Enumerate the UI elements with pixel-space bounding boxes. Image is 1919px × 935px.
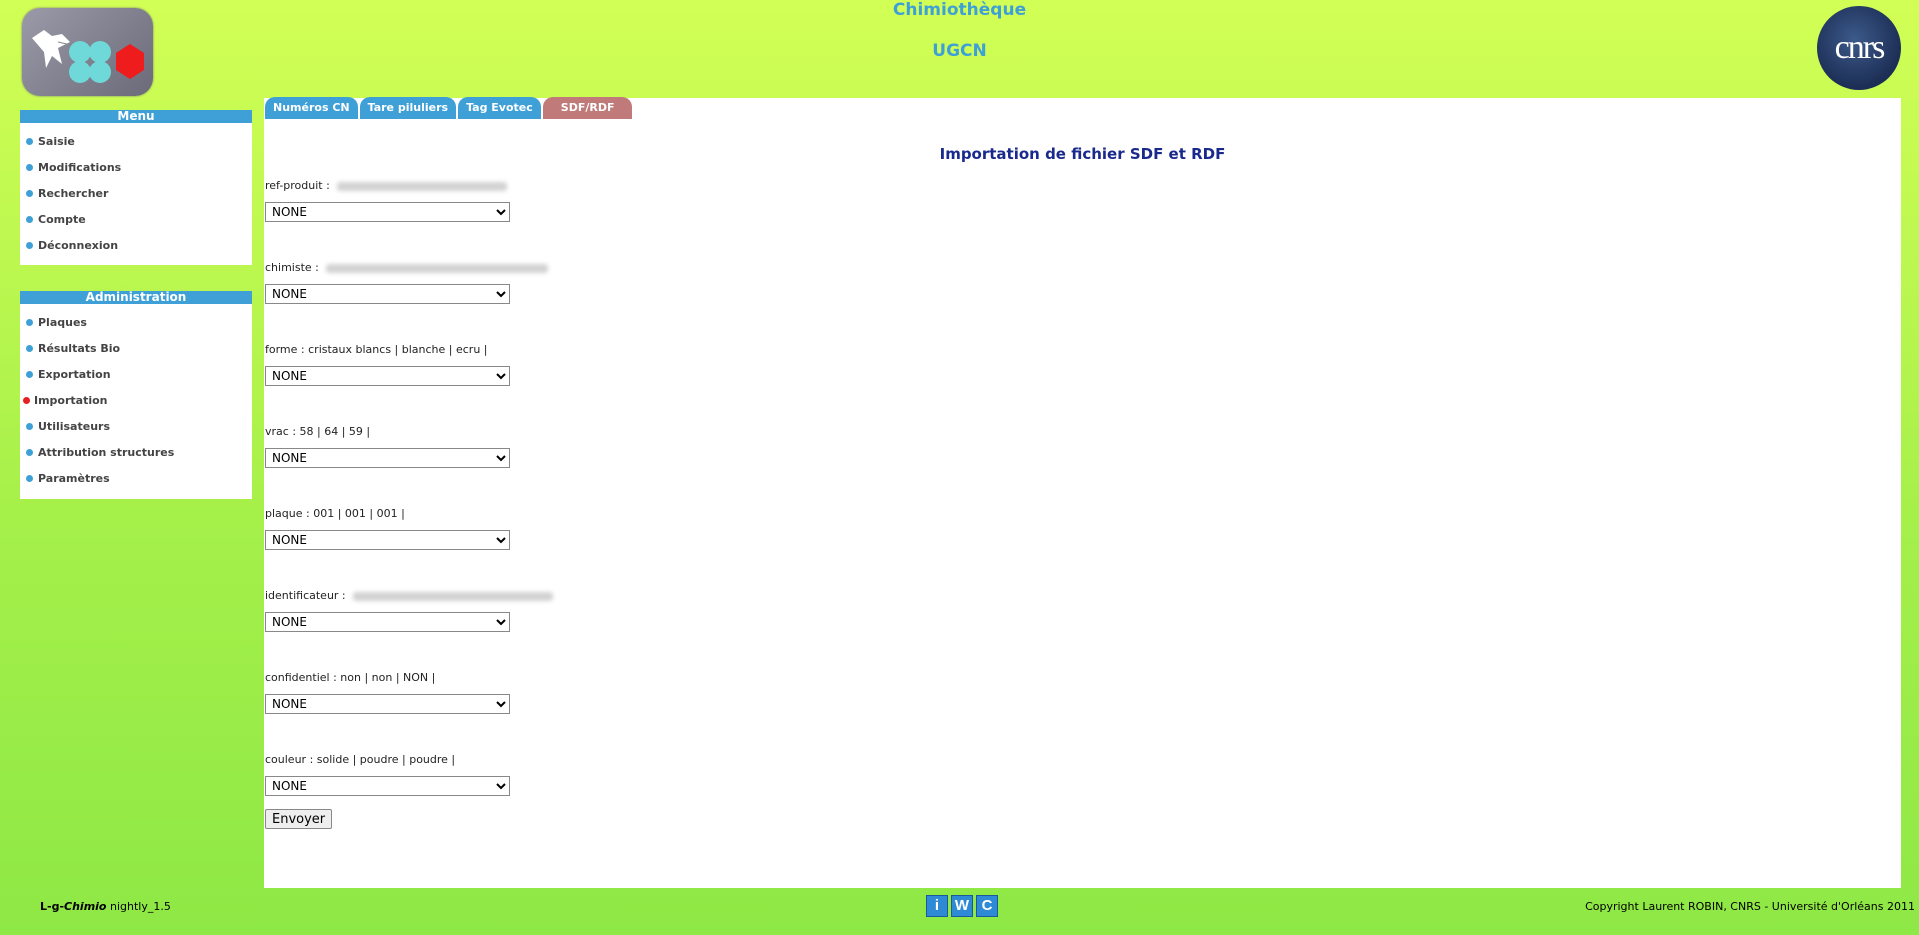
plaque-select[interactable]: NONE	[265, 530, 510, 550]
footer-icons: i W C	[926, 895, 998, 917]
form-title: Importation de fichier SDF et RDF	[939, 145, 1226, 163]
admin-item-plaques[interactable]: Plaques	[20, 310, 252, 336]
field-label-text: couleur :	[265, 753, 314, 766]
field-values: solide | poudre | poudre |	[316, 753, 456, 766]
admin-item-label: Importation	[34, 394, 108, 407]
bullet-icon	[26, 216, 33, 223]
field-label-text: plaque :	[265, 507, 310, 520]
field-label-text: forme :	[265, 343, 305, 356]
menu-item-label: Déconnexion	[38, 239, 119, 252]
tab-sdf-rdf[interactable]: SDF/RDF	[542, 97, 633, 119]
bullet-icon	[26, 319, 33, 326]
bullet-icon	[26, 242, 33, 249]
admin-item-importation[interactable]: Importation	[20, 388, 252, 414]
menu-title: Menu	[20, 110, 252, 123]
admin-item-label: Résultats Bio	[38, 342, 121, 355]
cnrs-logo[interactable]: cnrs	[1817, 6, 1901, 90]
bullet-icon	[26, 345, 33, 352]
bullet-icon	[26, 449, 33, 456]
field-values: non | non | NON |	[340, 671, 436, 684]
field-values: 001 | 001 | 001 |	[313, 507, 405, 520]
app-title: Chimiothèque	[892, 0, 1027, 20]
redacted-values	[353, 591, 554, 601]
bullet-icon	[26, 371, 33, 378]
lgchimio-logo-icon	[32, 30, 144, 83]
admin-item-utilisateurs[interactable]: Utilisateurs	[20, 414, 252, 440]
menu-item-compte[interactable]: Compte	[20, 207, 252, 233]
bullet-icon	[26, 164, 33, 171]
redacted-values	[337, 181, 508, 191]
field-label-confidentiel: confidentiel : non | non | NON |	[265, 671, 435, 684]
footer-app-italic: Chimio	[64, 900, 107, 913]
menu-item-label: Modifications	[38, 161, 122, 174]
cnrs-logo-text: cnrs	[1834, 29, 1886, 66]
active-bullet-icon	[23, 397, 30, 404]
iwc-w-icon[interactable]: W	[951, 895, 973, 917]
tab-numeros-cn[interactable]: Numéros CN	[265, 97, 358, 119]
field-label-text: identificateur :	[265, 589, 346, 602]
envoyer-button[interactable]: Envoyer	[265, 809, 333, 829]
identificateur-select[interactable]: NONE	[265, 612, 510, 632]
admin-item-label: Exportation	[38, 368, 111, 381]
bullet-icon	[26, 138, 33, 145]
field-label-text: vrac :	[265, 425, 297, 438]
footer-app-prefix: L-g-	[40, 900, 65, 913]
vrac-select[interactable]: NONE	[265, 448, 510, 468]
admin-panel: Administration Plaques Résultats Bio Exp…	[20, 291, 252, 499]
redacted-values	[326, 263, 549, 273]
iwc-c-icon[interactable]: C	[976, 895, 998, 917]
iwc-i-icon[interactable]: i	[926, 895, 948, 917]
tab-tag-evotec[interactable]: Tag Evotec	[458, 97, 541, 119]
bullet-icon	[26, 423, 33, 430]
field-label-couleur: couleur : solide | poudre | poudre |	[265, 753, 455, 766]
tab-bar: Numéros CN Tare piluliers Tag Evotec SDF…	[265, 97, 633, 119]
field-label-forme: forme : cristaux blancs | blanche | ecru…	[265, 343, 488, 356]
couleur-select[interactable]: NONE	[265, 776, 510, 796]
admin-item-parametres[interactable]: Paramètres	[20, 466, 252, 492]
menu-item-deconnexion[interactable]: Déconnexion	[20, 233, 252, 259]
chimiste-select[interactable]: NONE	[265, 284, 510, 304]
app-subtitle: UGCN	[932, 41, 987, 61]
confidentiel-select[interactable]: NONE	[265, 694, 510, 714]
admin-item-label: Attribution structures	[38, 446, 175, 459]
field-label-text: confidentiel :	[265, 671, 337, 684]
admin-item-label: Utilisateurs	[38, 420, 110, 433]
field-values: 58 | 64 | 59 |	[299, 425, 371, 438]
admin-item-exportation[interactable]: Exportation	[20, 362, 252, 388]
menu-panel: Menu Saisie Modifications Rechercher Com…	[20, 110, 252, 265]
field-label-text: chimiste :	[265, 261, 319, 274]
field-label-vrac: vrac : 58 | 64 | 59 |	[265, 425, 370, 438]
admin-item-resultats-bio[interactable]: Résultats Bio	[20, 336, 252, 362]
bullet-icon	[26, 190, 33, 197]
field-label-ref-produit: ref-produit :	[265, 179, 508, 192]
admin-title: Administration	[20, 291, 252, 304]
footer-version: L-g-Chimio nightly_1.5	[40, 900, 171, 913]
forme-select[interactable]: NONE	[265, 366, 510, 386]
lgchimio-logo[interactable]	[22, 8, 153, 96]
footer-copyright: Copyright Laurent ROBIN, CNRS - Universi…	[1585, 900, 1915, 913]
footer-version-text: nightly_1.5	[109, 900, 171, 913]
admin-item-label: Plaques	[38, 316, 87, 329]
bullet-icon	[26, 475, 33, 482]
admin-item-label: Paramètres	[38, 472, 110, 485]
menu-item-label: Rechercher	[38, 187, 109, 200]
menu-item-label: Compte	[38, 213, 86, 226]
field-label-plaque: plaque : 001 | 001 | 001 |	[265, 507, 405, 520]
field-label-text: ref-produit :	[265, 179, 330, 192]
menu-item-saisie[interactable]: Saisie	[20, 129, 252, 155]
menu-item-rechercher[interactable]: Rechercher	[20, 181, 252, 207]
tab-tare-piluliers[interactable]: Tare piluliers	[359, 97, 457, 119]
field-label-identificateur: identificateur :	[265, 589, 554, 602]
menu-item-label: Saisie	[38, 135, 75, 148]
menu-item-modifications[interactable]: Modifications	[20, 155, 252, 181]
ref-produit-select[interactable]: NONE	[265, 202, 510, 222]
admin-item-attribution-structures[interactable]: Attribution structures	[20, 440, 252, 466]
field-values: cristaux blancs | blanche | ecru |	[308, 343, 488, 356]
field-label-chimiste: chimiste :	[265, 261, 549, 274]
